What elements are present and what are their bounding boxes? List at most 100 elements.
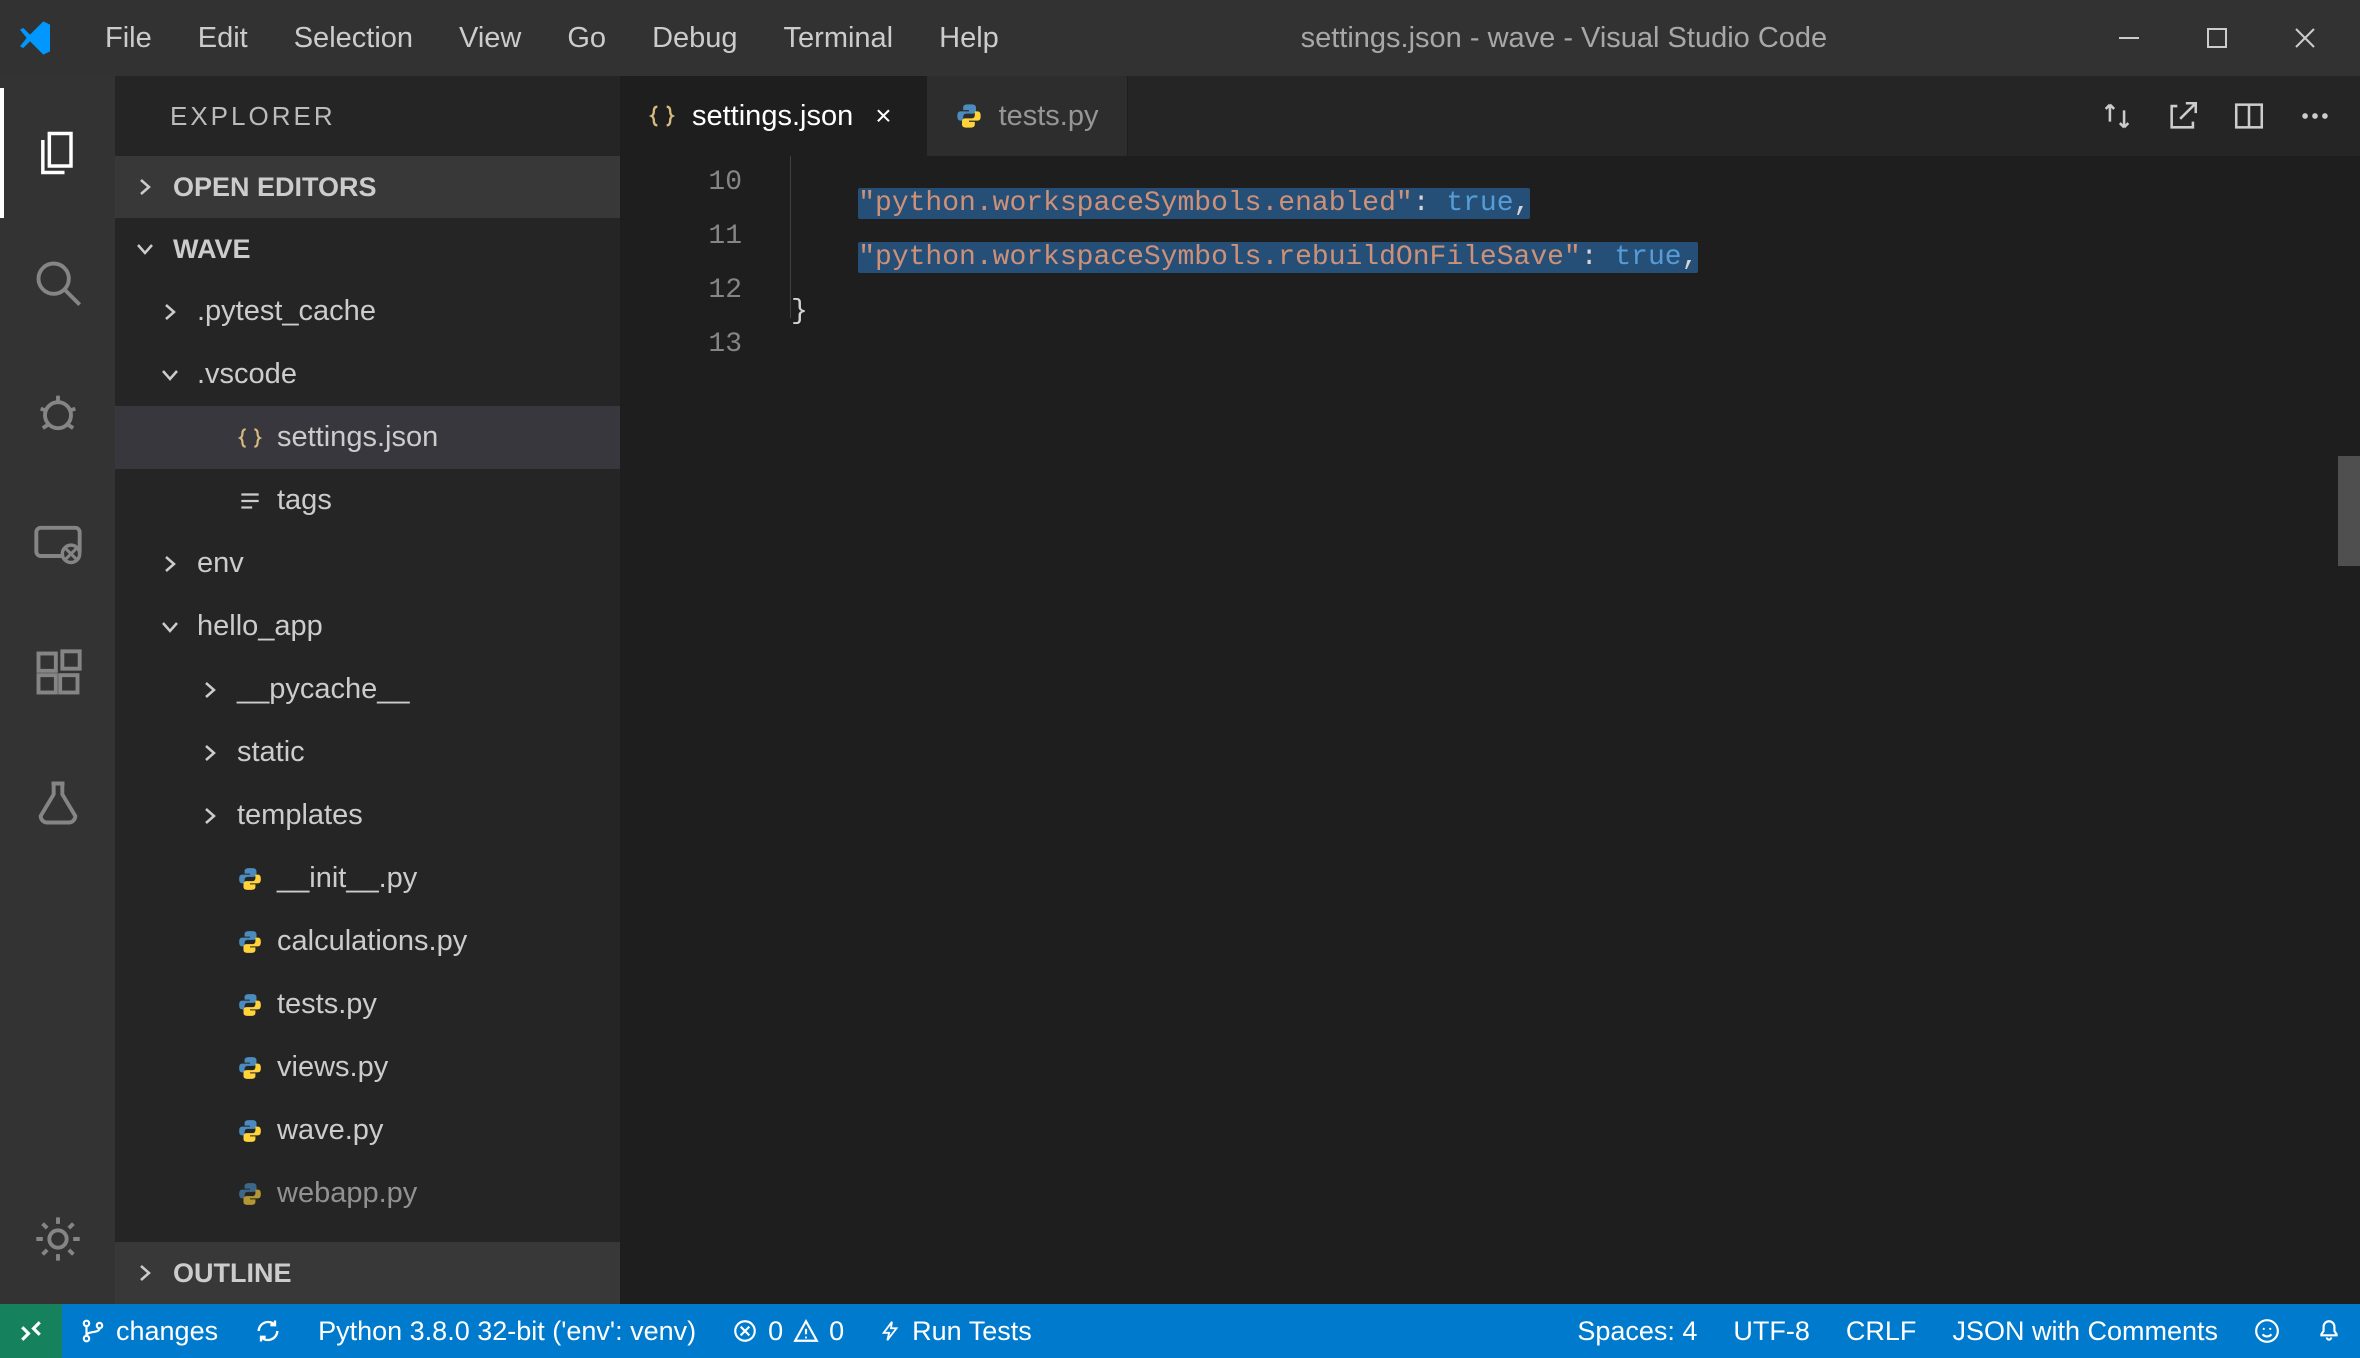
tree-file[interactable]: views.py	[115, 1036, 620, 1099]
tree-folder[interactable]: static	[115, 721, 620, 784]
eol[interactable]: CRLF	[1828, 1304, 1935, 1358]
tree-label: .pytest_cache	[197, 295, 376, 328]
tree-label: tags	[277, 484, 332, 517]
tree-folder[interactable]: templates	[115, 784, 620, 847]
close-button[interactable]	[2285, 18, 2325, 58]
more-actions-icon[interactable]	[2298, 99, 2332, 133]
language-mode[interactable]: JSON with Comments	[1934, 1304, 2236, 1358]
tree-folder[interactable]: env	[115, 532, 620, 595]
run-tests[interactable]: Run Tests	[862, 1304, 1050, 1358]
code-content[interactable]: "python.workspaceSymbols.enabled": true,…	[790, 156, 2360, 1304]
open-changes-icon[interactable]	[2166, 99, 2200, 133]
activity-search[interactable]	[0, 218, 115, 348]
tree-folder[interactable]: .vscode	[115, 343, 620, 406]
menu-selection[interactable]: Selection	[274, 16, 433, 61]
json-icon	[237, 425, 263, 451]
editor-actions	[2100, 76, 2360, 156]
tree-file[interactable]: tags	[115, 469, 620, 532]
remote-indicator[interactable]	[0, 1304, 62, 1358]
problems-indicator[interactable]: 0 0	[714, 1304, 862, 1358]
tree-label: views.py	[277, 1051, 388, 1084]
encoding[interactable]: UTF-8	[1715, 1304, 1828, 1358]
code-value: true	[1614, 242, 1681, 273]
menu-debug[interactable]: Debug	[632, 16, 757, 61]
json-icon	[648, 102, 676, 130]
error-count: 0	[768, 1316, 783, 1347]
tree-file[interactable]: calculations.py	[115, 910, 620, 973]
activity-testing[interactable]	[0, 738, 115, 868]
warning-count: 0	[829, 1316, 844, 1347]
tab-tests-py[interactable]: tests.py	[927, 76, 1128, 156]
tab-bar: settings.json × tests.py	[620, 76, 2360, 156]
chevron-down-icon	[133, 237, 157, 261]
sync-button[interactable]	[236, 1304, 300, 1358]
notifications-icon[interactable]	[2298, 1304, 2360, 1358]
line-number: 11	[620, 210, 742, 264]
tree-folder[interactable]: .pytest_cache	[115, 280, 620, 343]
section-label: WAVE	[173, 234, 251, 265]
menu-terminal[interactable]: Terminal	[764, 16, 914, 61]
line-number: 12	[620, 264, 742, 318]
chevron-right-icon	[195, 805, 225, 827]
lines-icon	[237, 488, 263, 514]
git-branch[interactable]: changes	[62, 1304, 236, 1358]
activity-debug[interactable]	[0, 348, 115, 478]
section-open-editors[interactable]: OPEN EDITORS	[115, 156, 620, 218]
window-controls	[2109, 18, 2345, 58]
tree-folder[interactable]: __pycache__	[115, 658, 620, 721]
py-icon	[237, 992, 263, 1018]
file-tree: .pytest_cache .vscodesettings.json tagsenv…	[115, 280, 620, 1242]
sidebar-title: EXPLORER	[115, 76, 620, 156]
split-editor-icon[interactable]	[2232, 99, 2266, 133]
scrollbar-thumb[interactable]	[2338, 456, 2360, 566]
indentation[interactable]: Spaces: 4	[1559, 1304, 1715, 1358]
chevron-right-icon	[133, 175, 157, 199]
python-icon	[955, 102, 983, 130]
chevron-right-icon	[195, 742, 225, 764]
section-outline[interactable]: OUTLINE	[115, 1242, 620, 1304]
maximize-button[interactable]	[2197, 18, 2237, 58]
activity-extensions[interactable]	[0, 608, 115, 738]
tree-label: __init__.py	[277, 862, 417, 895]
py-icon	[237, 1055, 263, 1081]
chevron-right-icon	[195, 679, 225, 701]
menu-help[interactable]: Help	[919, 16, 1019, 61]
menu-file[interactable]: File	[85, 16, 172, 61]
py-icon	[237, 866, 263, 892]
section-workspace[interactable]: WAVE	[115, 218, 620, 280]
activity-remote[interactable]	[0, 478, 115, 608]
python-label: Python 3.8.0 32-bit ('env': venv)	[318, 1316, 696, 1347]
branch-name: changes	[116, 1316, 218, 1347]
vscode-logo-icon	[15, 18, 55, 58]
py-icon	[237, 1181, 263, 1207]
tree-file[interactable]: webapp.py	[115, 1162, 620, 1225]
tree-folder[interactable]: hello_app	[115, 595, 620, 658]
warning-icon	[793, 1318, 819, 1344]
tab-close-icon[interactable]: ×	[869, 100, 897, 132]
code-editor[interactable]: 10 11 12 13 "python.workspaceSymbols.ena…	[620, 156, 2360, 1304]
section-label: OUTLINE	[173, 1258, 292, 1289]
compare-changes-icon[interactable]	[2100, 99, 2134, 133]
feedback-icon[interactable]	[2236, 1304, 2298, 1358]
python-interpreter[interactable]: Python 3.8.0 32-bit ('env': venv)	[300, 1304, 714, 1358]
minimize-button[interactable]	[2109, 18, 2149, 58]
tree-file[interactable]: wave.py	[115, 1099, 620, 1162]
tree-file[interactable]: tests.py	[115, 973, 620, 1036]
tree-label: templates	[237, 799, 363, 832]
tree-file[interactable]: settings.json	[115, 406, 620, 469]
tree-label: tests.py	[277, 988, 377, 1021]
line-number: 10	[620, 156, 742, 210]
title-bar: File Edit Selection View Go Debug Termin…	[0, 0, 2360, 76]
error-icon	[732, 1318, 758, 1344]
menu-view[interactable]: View	[439, 16, 541, 61]
code-brace: }	[791, 296, 808, 327]
tree-label: env	[197, 547, 244, 580]
activity-explorer[interactable]	[0, 88, 115, 218]
activity-settings[interactable]	[0, 1174, 115, 1304]
tab-settings-json[interactable]: settings.json ×	[620, 76, 927, 156]
menu-go[interactable]: Go	[547, 16, 626, 61]
tree-label: static	[237, 736, 305, 769]
menu-edit[interactable]: Edit	[178, 16, 268, 61]
activity-bar	[0, 76, 115, 1304]
tree-file[interactable]: __init__.py	[115, 847, 620, 910]
